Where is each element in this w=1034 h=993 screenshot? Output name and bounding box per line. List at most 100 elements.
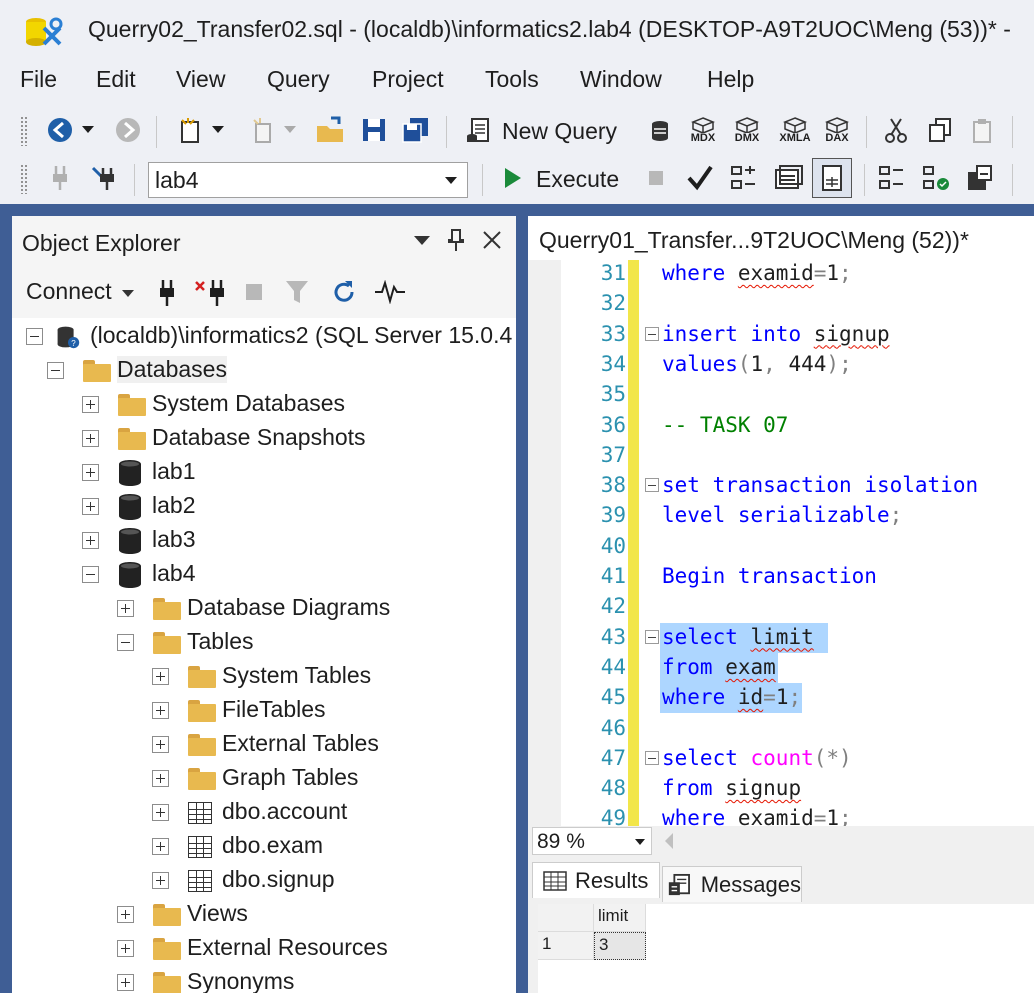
toolbar-grip[interactable] xyxy=(20,164,28,194)
chevron-down-icon[interactable] xyxy=(122,290,134,298)
back-dropdown-button[interactable] xyxy=(78,112,98,148)
code-line[interactable]: 49 where examid=1; xyxy=(528,804,1034,826)
database-engine-query-button[interactable] xyxy=(642,112,678,148)
dmx-query-button[interactable]: DMX xyxy=(728,112,766,148)
collapse-toggle[interactable] xyxy=(117,634,134,651)
tree-node[interactable]: lab2 xyxy=(12,490,516,522)
query-options-button[interactable] xyxy=(770,160,806,196)
editor-tab[interactable]: Querry01_Transfer...9T2UOC\Meng (52))* xyxy=(528,216,1034,260)
tree-node[interactable]: lab3 xyxy=(12,524,516,556)
connect-button[interactable] xyxy=(42,160,78,196)
tree-node[interactable]: dbo.signup xyxy=(12,864,516,896)
code-line[interactable]: 34 values(1, 444); xyxy=(528,350,1034,380)
filter-icon[interactable] xyxy=(284,278,310,306)
expand-toggle[interactable] xyxy=(117,974,134,991)
add-item-button[interactable] xyxy=(244,112,280,148)
copy-button[interactable] xyxy=(922,112,958,148)
menu-window[interactable]: Window xyxy=(580,66,662,93)
menu-help[interactable]: Help xyxy=(707,66,754,93)
collapse-toggle[interactable] xyxy=(26,328,43,345)
outline-collapse-icon[interactable] xyxy=(645,629,659,644)
results-tab[interactable]: Results xyxy=(532,862,660,898)
collapse-toggle[interactable] xyxy=(47,362,64,379)
code-line[interactable]: 48 from signup xyxy=(528,774,1034,804)
tree-node[interactable]: dbo.account xyxy=(12,796,516,828)
menu-query[interactable]: Query xyxy=(267,66,330,93)
tree-node[interactable]: Tables xyxy=(12,626,516,658)
menu-view[interactable]: View xyxy=(176,66,225,93)
expand-toggle[interactable] xyxy=(152,770,169,787)
results-grid[interactable]: limit 1 3 xyxy=(538,904,1034,993)
parse-button[interactable] xyxy=(682,160,718,196)
back-button[interactable] xyxy=(42,112,78,148)
sql-editor[interactable]: 31 where examid=1; 32 33 insert into signup 3… xyxy=(528,260,1034,826)
messages-tab[interactable]: Messages xyxy=(662,866,802,902)
code-line[interactable]: 45 where id=1; xyxy=(528,683,1034,714)
column-header[interactable]: limit xyxy=(594,904,646,932)
expand-toggle[interactable] xyxy=(117,600,134,617)
zoom-dropdown[interactable]: 89 % xyxy=(532,827,652,855)
outline-collapse-icon[interactable] xyxy=(645,478,659,493)
code-line[interactable]: 38 set transaction isolation xyxy=(528,471,1034,501)
live-query-statistics-button[interactable] xyxy=(962,160,998,196)
tree-node-server[interactable]: ? (localdb)\informatics2 (SQL Server 15.… xyxy=(12,320,516,352)
change-connection-button[interactable] xyxy=(86,160,122,196)
refresh-icon[interactable] xyxy=(330,278,358,306)
menu-project[interactable]: Project xyxy=(372,66,444,93)
tree-node[interactable]: Views xyxy=(12,898,516,930)
code-line[interactable]: 31 where examid=1; xyxy=(528,260,1034,289)
execute-label[interactable]: Execute xyxy=(536,166,619,193)
activity-monitor-icon[interactable] xyxy=(374,280,406,304)
code-line[interactable]: 47 select count(*) xyxy=(528,744,1034,774)
collapse-toggle[interactable] xyxy=(82,566,99,583)
connect-plug-icon[interactable] xyxy=(156,278,178,308)
dax-query-button[interactable]: DAX xyxy=(818,112,856,148)
new-query-label[interactable]: New Query xyxy=(502,118,617,145)
add-item-dropdown[interactable] xyxy=(280,112,300,148)
disconnect-icon[interactable] xyxy=(194,278,230,308)
expand-toggle[interactable] xyxy=(152,838,169,855)
outline-collapse-icon[interactable] xyxy=(645,750,659,765)
stop-icon[interactable] xyxy=(244,282,264,302)
include-client-statistics-button[interactable] xyxy=(918,160,954,196)
new-project-button[interactable] xyxy=(172,112,208,148)
tree-node[interactable]: System Tables xyxy=(12,660,516,692)
mdx-query-button[interactable]: MDX xyxy=(684,112,722,148)
tree-node[interactable]: FileTables xyxy=(12,694,516,726)
expand-toggle[interactable] xyxy=(152,668,169,685)
connect-dropdown-button[interactable]: Connect xyxy=(26,278,112,305)
tree-node[interactable]: Database Diagrams xyxy=(12,592,516,624)
code-line[interactable]: 41 Begin transaction xyxy=(528,562,1034,592)
forward-button[interactable] xyxy=(110,112,146,148)
new-query-button[interactable] xyxy=(460,112,496,148)
menu-file[interactable]: File xyxy=(20,66,57,93)
new-project-dropdown[interactable] xyxy=(208,112,228,148)
available-databases-dropdown[interactable]: lab4 xyxy=(148,162,468,198)
tree-node[interactable]: lab1 xyxy=(12,456,516,488)
include-actual-plan-button[interactable] xyxy=(874,160,910,196)
window-position-dropdown-icon[interactable] xyxy=(414,236,430,246)
execute-button[interactable] xyxy=(494,160,530,196)
code-line[interactable]: 32 xyxy=(528,289,1034,319)
tree-node[interactable]: Databases xyxy=(12,354,516,386)
tree-node[interactable]: External Resources xyxy=(12,932,516,964)
code-line[interactable]: 36 -- TASK 07 xyxy=(528,411,1034,441)
toolbar-grip[interactable] xyxy=(20,116,28,146)
code-line[interactable]: 33 insert into signup xyxy=(528,320,1034,350)
expand-toggle[interactable] xyxy=(82,532,99,549)
xmla-query-button[interactable]: XMLA xyxy=(774,112,816,148)
code-line[interactable]: 39 level serializable; xyxy=(528,501,1034,531)
code-line[interactable]: 37 xyxy=(528,441,1034,471)
tree-node[interactable]: Graph Tables xyxy=(12,762,516,794)
expand-toggle[interactable] xyxy=(152,736,169,753)
cut-button[interactable] xyxy=(878,112,914,148)
code-line[interactable]: 43 select limit xyxy=(528,622,1034,653)
tree-node[interactable]: dbo.exam xyxy=(12,830,516,862)
results-to-grid-button[interactable] xyxy=(812,158,852,198)
tree-node[interactable]: Database Snapshots xyxy=(12,422,516,454)
code-line[interactable]: 44 from exam xyxy=(528,652,1034,683)
display-estimated-plan-button[interactable] xyxy=(726,160,762,196)
expand-toggle[interactable] xyxy=(117,940,134,957)
expand-toggle[interactable] xyxy=(152,702,169,719)
pin-icon[interactable] xyxy=(448,228,464,252)
